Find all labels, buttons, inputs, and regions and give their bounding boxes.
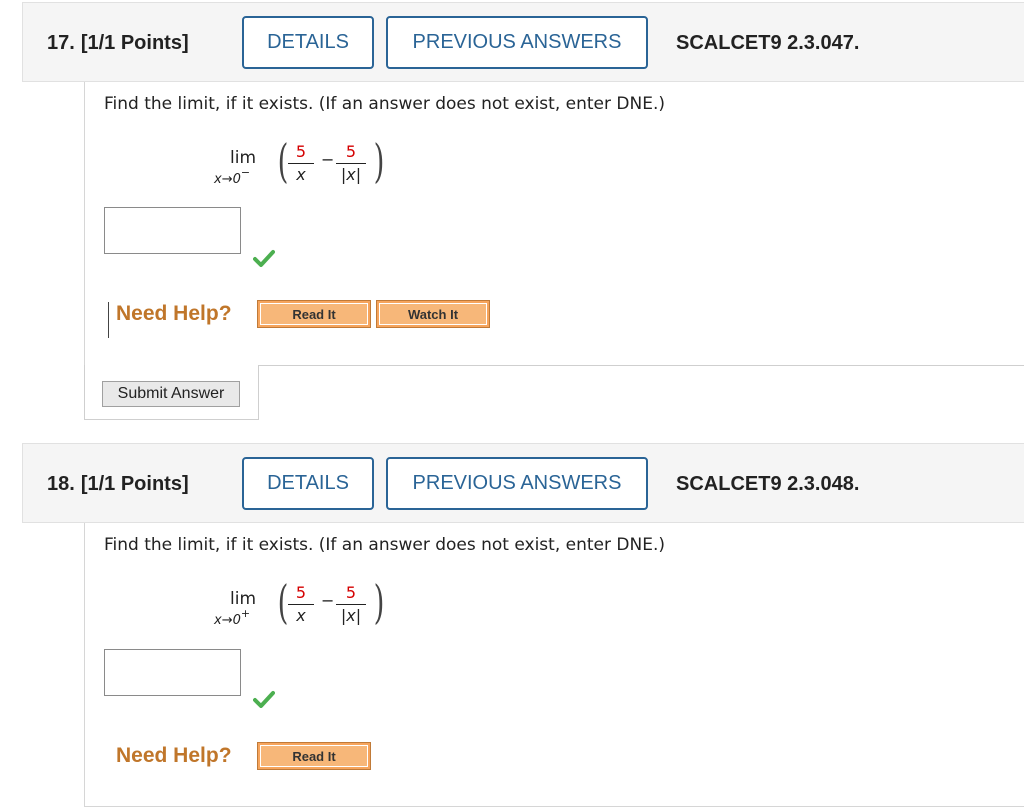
- watch-it-button[interactable]: Watch It: [376, 300, 490, 328]
- previous-answers-button[interactable]: PREVIOUS ANSWERS: [386, 16, 648, 69]
- check-icon: [253, 250, 275, 267]
- question-prompt: Find the limit, if it exists. (If an ans…: [104, 535, 665, 555]
- lim-subscript: x→0+: [214, 607, 251, 628]
- answer-input[interactable]: [104, 649, 241, 696]
- question-source: SCALCET9 2.3.048.: [676, 473, 860, 495]
- details-button[interactable]: DETAILS: [242, 16, 374, 69]
- lim-label: lim: [230, 148, 257, 168]
- right-paren: ): [373, 575, 385, 629]
- question-prompt: Find the limit, if it exists. (If an ans…: [104, 94, 665, 114]
- read-it-button[interactable]: Read It: [257, 300, 371, 328]
- check-icon: [253, 691, 275, 708]
- answer-input[interactable]: [104, 207, 241, 254]
- details-button[interactable]: DETAILS: [242, 457, 374, 510]
- limit-expression: lim x→0+ ( 5 x − 5 |x| ): [210, 575, 410, 641]
- previous-answers-button[interactable]: PREVIOUS ANSWERS: [386, 457, 648, 510]
- fraction-1: 5 x: [286, 583, 316, 625]
- submit-answer-button[interactable]: Submit Answer: [102, 381, 240, 407]
- right-paren: ): [373, 134, 385, 188]
- question-number: 18. [1/1 Points]: [47, 473, 189, 495]
- question-17-header: 17. [1/1 Points] DETAILS PREVIOUS ANSWERS…: [22, 2, 1024, 82]
- fraction-1: 5 x: [286, 142, 316, 184]
- limit-expression: lim x→0− ( 5 x − 5 |x| ): [210, 134, 410, 200]
- fraction-2: 5 |x|: [334, 142, 368, 184]
- lim-label: lim: [230, 589, 257, 609]
- divider: [259, 365, 1024, 366]
- lim-subscript: x→0−: [214, 166, 251, 187]
- minus-sign: −: [321, 591, 335, 610]
- question-source: SCALCET9 2.3.047.: [676, 32, 860, 54]
- question-number: 17. [1/1 Points]: [47, 32, 189, 54]
- minus-sign: −: [321, 150, 335, 169]
- question-18-header: 18. [1/1 Points] DETAILS PREVIOUS ANSWERS…: [22, 443, 1024, 523]
- text-cursor: [108, 302, 109, 338]
- read-it-button[interactable]: Read It: [257, 742, 371, 770]
- need-help-label: Need Help?: [116, 744, 232, 767]
- need-help-label: Need Help?: [116, 302, 232, 325]
- fraction-2: 5 |x|: [334, 583, 368, 625]
